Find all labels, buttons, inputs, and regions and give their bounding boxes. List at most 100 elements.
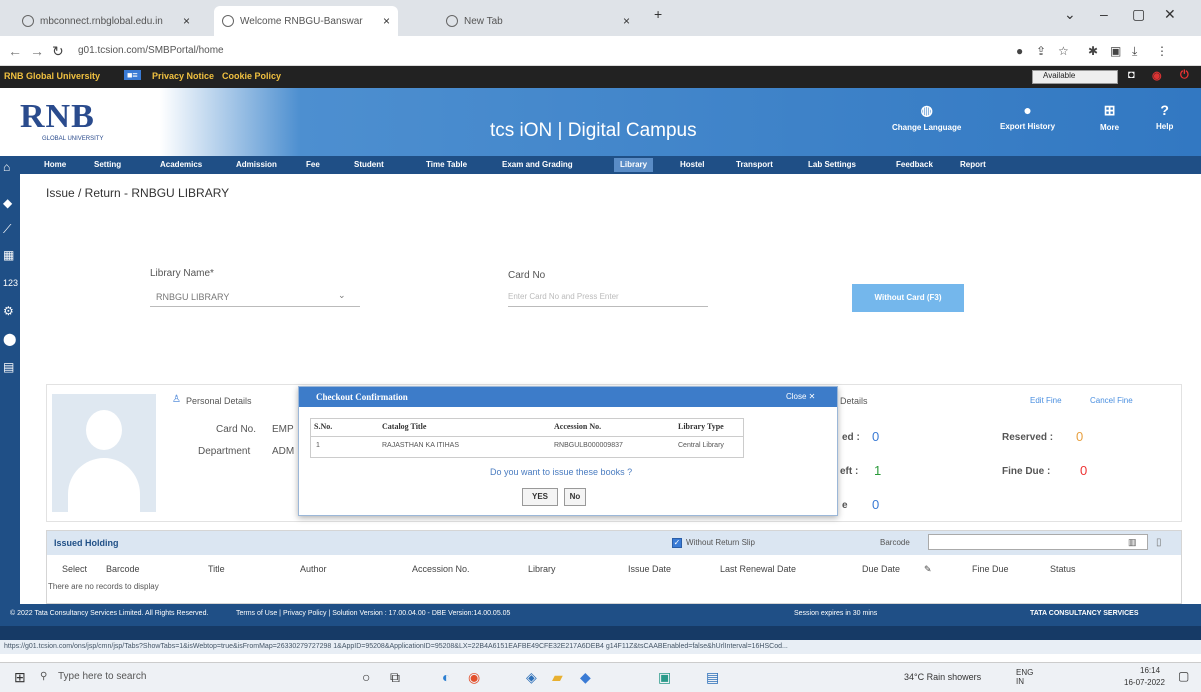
main-menu: Home Setting Academics Admission Fee Stu…	[0, 156, 1201, 174]
extension-icon[interactable]: ✱	[1088, 44, 1098, 58]
browser-tab-3[interactable]: New Tab ×	[438, 6, 638, 36]
td-catalog-title: RAJASTHAN KA ITIHAS	[382, 442, 460, 449]
more-button[interactable]: ⊞ More	[1100, 102, 1119, 132]
calendar-icon[interactable]: ▦	[3, 248, 14, 262]
number-icon[interactable]: 123	[3, 278, 18, 288]
menu-library[interactable]: Library	[614, 158, 654, 172]
card-no-input[interactable]: Enter Card No and Press Enter	[508, 292, 619, 301]
menu-home[interactable]: Home	[44, 160, 66, 169]
cookie-link[interactable]: Cookie Policy	[222, 71, 281, 81]
edit-fine-link[interactable]: Edit Fine	[1030, 396, 1062, 405]
settings-icon[interactable]: ⚙	[3, 304, 14, 318]
menu-admission[interactable]: Admission	[236, 160, 277, 169]
app2-icon[interactable]: ◆	[580, 669, 591, 686]
browser-tab-1[interactable]: mbconnect.rnbglobal.edu.in ×	[14, 6, 198, 36]
pencil-icon[interactable]: ✎	[924, 564, 932, 575]
forward-icon[interactable]: →	[30, 43, 44, 59]
address-bar: ← → ↻ g01.tcsion.com/SMBPortal/home ● ⇪ …	[0, 36, 1201, 66]
share-icon[interactable]: ⇪	[1036, 44, 1046, 58]
maximize-button[interactable]: ▢	[1132, 6, 1145, 23]
flask-icon[interactable]: ◆	[3, 196, 12, 210]
browser-tab-2[interactable]: Welcome RNBGU-Banswar ×	[214, 6, 398, 36]
menu-feedback[interactable]: Feedback	[896, 160, 933, 169]
menu-report[interactable]: Report	[960, 160, 986, 169]
notification-icon[interactable]: ◉	[1152, 69, 1162, 82]
download-icon[interactable]: ⤓	[1132, 44, 1137, 59]
menu-exam-grading[interactable]: Exam and Grading	[502, 160, 573, 169]
col-fine-due: Fine Due	[972, 564, 1009, 574]
export-history-button[interactable]: ● Export History	[1000, 102, 1055, 131]
close-icon[interactable]: ×	[383, 14, 390, 28]
language-text[interactable]: ENG IN	[1016, 668, 1040, 686]
url-field[interactable]: g01.tcsion.com/SMBPortal/home	[78, 45, 224, 56]
without-return-checkbox[interactable]: ✓	[672, 538, 682, 548]
report-icon[interactable]: ▤	[3, 360, 14, 374]
chrome-icon[interactable]: ◉	[468, 669, 480, 686]
document-icon[interactable]: ▯	[1156, 537, 1162, 548]
dialog-question: Do you want to issue these books ?	[490, 467, 633, 477]
minimize-button[interactable]: –	[1100, 6, 1108, 22]
reload-icon[interactable]: ↻	[52, 43, 64, 60]
third-label: e	[842, 500, 848, 511]
app4-icon[interactable]: ▤	[706, 669, 719, 686]
sidebar-icon[interactable]: ▣	[1110, 44, 1121, 58]
app-icon[interactable]: ◈	[526, 669, 537, 686]
cancel-fine-link[interactable]: Cancel Fine	[1090, 396, 1133, 405]
menu-time-table[interactable]: Time Table	[426, 160, 467, 169]
folder-icon[interactable]: ▰	[552, 669, 563, 686]
menu-academics[interactable]: Academics	[160, 160, 202, 169]
copyright-text: © 2022 Tata Consultancy Services Limited…	[10, 610, 209, 617]
change-language-button[interactable]: ◍ Change Language	[892, 102, 961, 132]
menu-lab-settings[interactable]: Lab Settings	[808, 160, 856, 169]
weather-text[interactable]: 34°C Rain showers	[904, 672, 981, 682]
barcode-input[interactable]	[928, 534, 1148, 550]
privacy-link[interactable]: Privacy Notice	[152, 71, 214, 81]
notification-center-icon[interactable]: ▢	[1178, 669, 1189, 683]
left-label: eft :	[840, 466, 859, 477]
no-button[interactable]: No	[564, 488, 586, 506]
dialog-table-divider	[310, 436, 744, 437]
home-icon[interactable]: ◘	[1128, 69, 1135, 81]
barcode-scan-icon[interactable]: ▥	[1128, 537, 1137, 548]
status-url: https://g01.tcsion.com/ons/jsp/cmn/jsp/T…	[0, 640, 1201, 654]
windows-start-icon[interactable]: ⊞	[14, 669, 26, 686]
library-name-select[interactable]: RNBGU LIBRARY	[156, 292, 229, 302]
issued-holding-title: Issued Holding	[54, 538, 119, 548]
home-icon[interactable]: ⌂	[3, 160, 10, 174]
task-view-icon[interactable]: ⧉	[390, 669, 400, 686]
location-icon[interactable]: ⬤	[3, 332, 16, 346]
star-icon[interactable]: ☆	[1058, 44, 1069, 58]
help-button[interactable]: ? Help	[1156, 102, 1173, 131]
availability-select[interactable]: Available	[1032, 70, 1118, 84]
profile-icon[interactable]: ■≡	[124, 70, 141, 80]
power-icon[interactable]: ⏻	[1180, 69, 1189, 82]
menu-hostel[interactable]: Hostel	[680, 160, 704, 169]
window-close-button[interactable]: ✕	[1164, 6, 1176, 23]
chevron-down-icon[interactable]: ⌄	[1064, 6, 1076, 23]
tools-icon[interactable]: ⟋	[3, 222, 11, 237]
menu-icon[interactable]: ⋮	[1156, 44, 1168, 58]
cortana-icon[interactable]: ○	[362, 669, 370, 685]
footer-links[interactable]: Terms of Use | Privacy Policy | Solution…	[236, 610, 510, 617]
menu-transport[interactable]: Transport	[736, 160, 773, 169]
chevron-down-icon[interactable]: ⌄	[338, 290, 346, 301]
close-icon[interactable]: ×	[623, 14, 630, 28]
menu-fee[interactable]: Fee	[306, 160, 320, 169]
department-label: Department	[198, 446, 251, 457]
taskbar-search[interactable]: Type here to search	[58, 671, 146, 682]
menu-setting[interactable]: Setting	[94, 160, 121, 169]
edge-icon[interactable]: ◐	[442, 669, 450, 685]
location-icon[interactable]: ●	[1016, 44, 1023, 58]
menu-student[interactable]: Student	[354, 160, 384, 169]
app3-icon[interactable]: ▣	[658, 669, 671, 686]
back-icon[interactable]: ←	[8, 43, 22, 59]
export-icon: ●	[1023, 102, 1032, 118]
taskbar: ⊞ ⚲ Type here to search ○ ⧉ ◐ ◉ ◈ ▰ ◆ ▣ …	[0, 662, 1201, 692]
close-icon[interactable]: ×	[183, 14, 190, 28]
without-card-button[interactable]: Without Card (F3)	[852, 284, 964, 312]
tab-label: Welcome RNBGU-Banswar	[240, 15, 363, 27]
yes-button[interactable]: YES	[522, 488, 558, 506]
dialog-close-button[interactable]: Close ✕	[786, 392, 815, 401]
new-tab-button[interactable]: +	[654, 6, 662, 22]
globe-icon	[222, 15, 234, 27]
